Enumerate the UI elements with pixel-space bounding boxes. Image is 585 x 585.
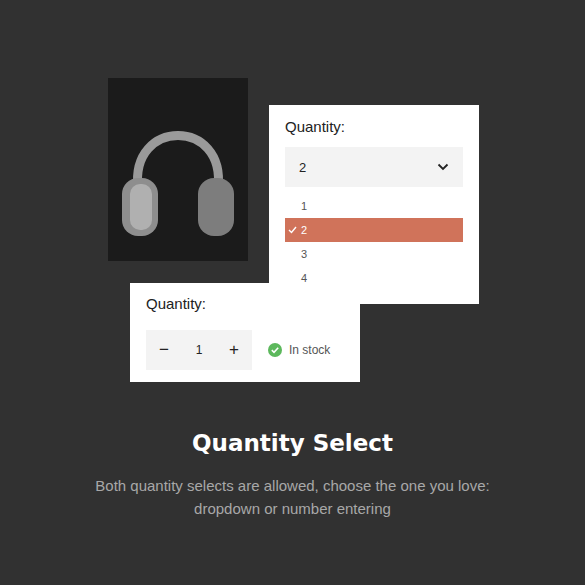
option-item[interactable]: 3	[285, 242, 463, 266]
headphones-icon	[108, 78, 248, 261]
title: Quantity Select	[192, 428, 393, 458]
stock-status: In stock	[268, 343, 330, 357]
stepper-card: Quantity: − 1 + In stock	[130, 283, 360, 382]
select-value: 2	[299, 160, 306, 175]
product-photo	[108, 78, 248, 261]
description: Both quantity selects are allowed, choos…	[73, 474, 513, 520]
quantity-stepper: − 1 +	[146, 330, 252, 370]
option-item[interactable]: 1	[285, 194, 463, 218]
quantity-input[interactable]: 1	[196, 343, 203, 357]
option-item[interactable]: 2	[285, 218, 463, 242]
check-circle-icon	[268, 343, 282, 357]
dropdown-card: Quantity:21234	[269, 105, 479, 304]
promo-page: Quantity:21234Quantity:−1+In stockQuanti…	[0, 0, 585, 585]
decrement-button[interactable]: −	[154, 340, 174, 360]
stepper-label: Quantity:	[146, 295, 344, 313]
increment-button[interactable]: +	[224, 340, 244, 360]
quantity-select[interactable]: 2	[285, 147, 463, 187]
check-icon	[288, 226, 297, 234]
collage: Quantity:21234Quantity:−1+In stock	[0, 0, 585, 428]
dropdown-label: Quantity:	[285, 118, 463, 136]
chevron-down-icon	[437, 163, 449, 171]
option-list: 1234	[285, 194, 463, 290]
